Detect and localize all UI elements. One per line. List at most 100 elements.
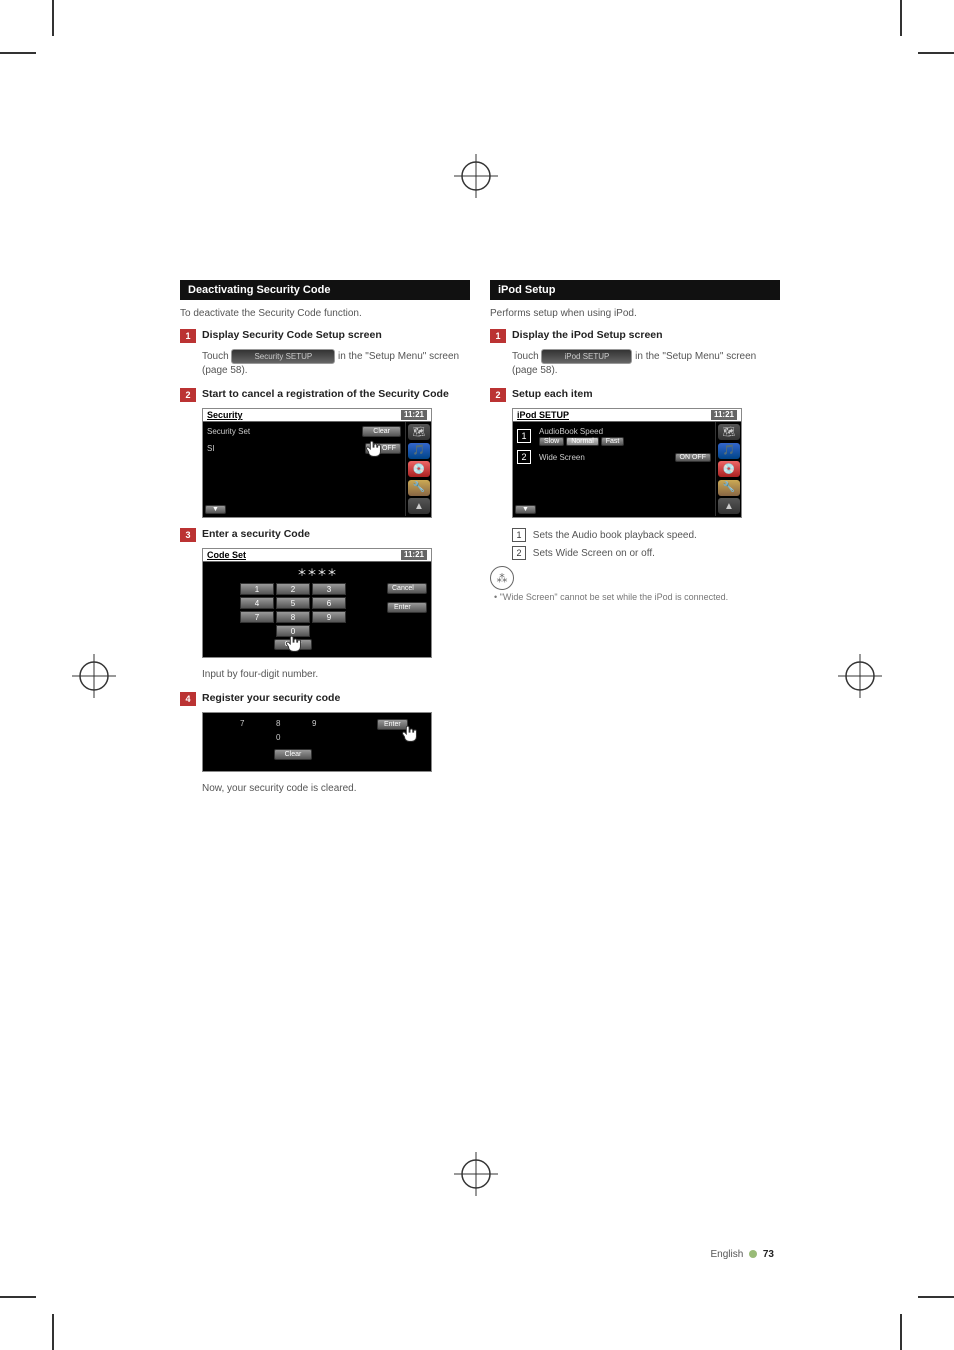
key-8[interactable]: 8 (276, 719, 310, 731)
enter-button[interactable]: Enter (377, 719, 408, 730)
ipod-setup-chip: iPod SETUP (541, 349, 632, 364)
key-6[interactable]: 6 (312, 597, 346, 609)
clear-button[interactable]: Clear (362, 426, 401, 437)
key-8[interactable]: 8 (276, 611, 310, 623)
speed-fast[interactable]: Fast (601, 437, 625, 446)
step-body: Touch Security SETUP in the "Setup Menu"… (202, 349, 470, 378)
crop-mark (900, 1314, 902, 1350)
up-icon[interactable]: ▲ (408, 498, 430, 514)
key-9[interactable]: 9 (312, 611, 346, 623)
speed-slow[interactable]: Slow (539, 437, 564, 446)
on-off-toggle[interactable]: ON OFF (365, 443, 401, 454)
step-title: Display Security Code Setup screen (202, 329, 382, 343)
page-footer: English 73 (711, 1249, 775, 1260)
key-1[interactable]: 1 (240, 583, 274, 595)
ipod-setup-screenshot: iPod SETUP 11:21 1 AudioBook Speed Slow … (512, 408, 742, 518)
key-7[interactable]: 7 (240, 611, 274, 623)
step-title: Display the iPod Setup screen (512, 329, 663, 343)
registration-mark-icon (454, 1152, 498, 1196)
key-5[interactable]: 5 (276, 597, 310, 609)
music-icon[interactable]: 🎵 (408, 443, 430, 459)
wide-screen-toggle[interactable]: ON OFF (675, 453, 711, 462)
si-label: SI (207, 443, 215, 454)
cancel-button[interactable]: Cancel (387, 583, 427, 594)
step-number: 2 (180, 388, 196, 402)
note-text: • "Wide Screen" cannot be set while the … (494, 592, 780, 602)
callout-number: 1 (512, 528, 526, 542)
step-title: Setup each item (512, 388, 593, 402)
section-intro: To deactivate the Security Code function… (180, 308, 470, 319)
key-2[interactable]: 2 (276, 583, 310, 595)
up-icon[interactable]: ▲ (718, 498, 740, 514)
page-number: 73 (763, 1249, 774, 1260)
callout-text: 2 Sets Wide Screen on or off. (512, 546, 780, 560)
key-4[interactable]: 4 (240, 597, 274, 609)
security-set-label: Security Set (207, 426, 250, 437)
step-number: 4 (180, 692, 196, 706)
step-1: 1 Display the iPod Setup screen (490, 329, 780, 343)
screenshot-time: 11:21 (401, 550, 427, 560)
map-icon[interactable]: 🗺 (408, 424, 430, 440)
map-icon[interactable]: 🗺 (718, 424, 740, 440)
security-screenshot: Security 11:21 Security Set Clear SI ON … (202, 408, 432, 518)
registration-mark-icon (838, 654, 882, 698)
left-column: Deactivating Security Code To deactivate… (180, 280, 470, 806)
crop-mark (918, 52, 954, 54)
key-3[interactable]: 3 (312, 583, 346, 595)
tool-icon[interactable]: 🔧 (718, 480, 740, 496)
key-9[interactable]: 9 (312, 719, 346, 731)
step-title: Register your security code (202, 692, 340, 706)
screenshot-title: Code Set (207, 550, 246, 560)
step-2: 2 Setup each item (490, 388, 780, 402)
dot-icon (749, 1250, 757, 1258)
registration-mark-icon (72, 654, 116, 698)
key-7[interactable]: 7 (240, 719, 274, 731)
crop-mark (0, 1296, 36, 1298)
crop-mark (52, 0, 54, 36)
disc-icon[interactable]: 💿 (718, 461, 740, 477)
key-0[interactable]: 0 (276, 625, 310, 637)
security-setup-chip: Security SETUP (231, 349, 335, 364)
step-after-text: Input by four-digit number. (202, 668, 470, 682)
step-after-text: Now, your security code is cleared. (202, 782, 470, 796)
step-body: Touch iPod SETUP in the "Setup Menu" scr… (512, 349, 780, 378)
enter-button[interactable]: Enter (387, 602, 427, 613)
step-4: 4 Register your security code (180, 692, 470, 706)
key-0[interactable]: 0 (276, 733, 310, 745)
callout-1: 1 (517, 429, 531, 443)
step-1: 1 Display Security Code Setup screen (180, 329, 470, 343)
section-header-ipod: iPod Setup (490, 280, 780, 300)
crop-mark (900, 0, 902, 36)
step-text: Touch (202, 351, 231, 362)
music-icon[interactable]: 🎵 (718, 443, 740, 459)
step-number: 3 (180, 528, 196, 542)
registration-mark-icon (454, 154, 498, 198)
step-number: 1 (490, 329, 506, 343)
speed-normal[interactable]: Normal (566, 437, 599, 446)
crop-mark (0, 52, 36, 54)
tool-icon[interactable]: 🔧 (408, 480, 430, 496)
down-button[interactable]: ▼ (205, 505, 226, 514)
wide-screen-label: Wide Screen (539, 452, 585, 463)
step-title: Enter a security Code (202, 528, 310, 542)
callout-number: 2 (512, 546, 526, 560)
clear-button[interactable]: Clear (274, 749, 313, 760)
disc-icon[interactable]: 💿 (408, 461, 430, 477)
step-text: Touch (512, 351, 541, 362)
screenshot-title: iPod SETUP (517, 410, 569, 420)
step-2: 2 Start to cancel a registration of the … (180, 388, 470, 402)
section-intro: Performs setup when using iPod. (490, 308, 780, 319)
numeric-keypad: 1 2 3 4 5 6 7 8 9 0 (240, 583, 346, 637)
step-number: 2 (490, 388, 506, 402)
code-stars: ＊＊＊＊ (203, 562, 431, 579)
step-number: 1 (180, 329, 196, 343)
down-button[interactable]: ▼ (515, 505, 536, 514)
clear-button[interactable]: Clear (274, 639, 313, 650)
footer-language: English (711, 1249, 744, 1260)
note-icon: ⁂ (490, 566, 514, 590)
screenshot-title: Security (207, 410, 243, 420)
crop-mark (918, 1296, 954, 1298)
step-title: Start to cancel a registration of the Se… (202, 388, 449, 402)
step-3: 3 Enter a security Code (180, 528, 470, 542)
callout-2: 2 (517, 450, 531, 464)
